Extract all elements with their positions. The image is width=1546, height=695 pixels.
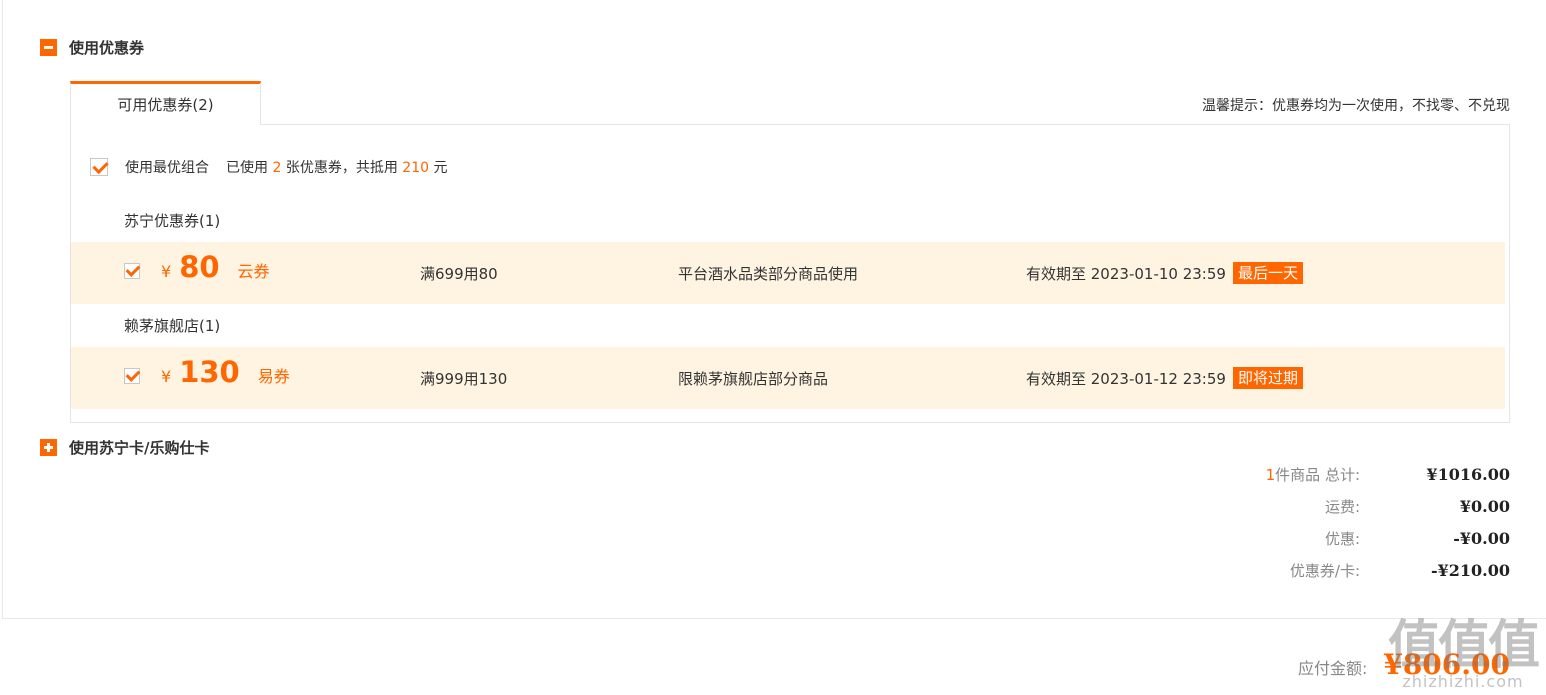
used-amount: 210 — [402, 160, 430, 176]
coupon-amount: ¥ 130 易券 — [161, 355, 290, 389]
used-count-suffix: 张优惠券，共抵用 — [285, 160, 398, 176]
coupon-row[interactable]: ¥ 130 易券 满999用130 限赖茅旗舰店部分商品 有效期至 2023-0… — [71, 347, 1505, 409]
coupon-group-title: 苏宁优惠券(1) — [124, 212, 221, 230]
card-section-header[interactable]: 使用苏宁卡/乐购仕卡 — [40, 437, 209, 458]
card-section-title: 使用苏宁卡/乐购仕卡 — [69, 439, 210, 457]
best-combo-summary: 已使用 2 张优惠券，共抵用 210 元 — [226, 157, 447, 177]
best-combo-checkbox[interactable] — [90, 158, 108, 176]
best-combo-label[interactable]: 使用最优组合 — [125, 157, 209, 177]
items-count: 1 — [1265, 465, 1276, 484]
coupon-total-value: -¥210.00 — [1430, 560, 1510, 580]
coupon-checkbox[interactable] — [124, 368, 140, 384]
coupon-condition: 满999用130 — [420, 370, 508, 388]
items-total-value: ¥1016.00 — [1426, 464, 1511, 484]
discount-value: -¥0.00 — [1453, 528, 1510, 548]
used-prefix: 已使用 — [226, 160, 268, 176]
discount-label: 优惠: — [1324, 529, 1360, 548]
used-amount-suffix: 元 — [433, 160, 448, 176]
payable-label: 应付金额: — [1297, 659, 1368, 678]
shipping-row: 运费: ¥0.00 — [1250, 490, 1510, 522]
watermark-chars: 值值值 — [1387, 616, 1540, 676]
discount-row: 优惠: -¥0.00 — [1250, 522, 1510, 554]
coupon-validity: 有效期至 2023-01-10 23:59 — [1026, 265, 1226, 283]
coupon-scope: 限赖茅旗舰店部分商品 — [678, 370, 829, 388]
coupon-checkbox[interactable] — [124, 263, 140, 279]
coupon-validity: 有效期至 2023-01-12 23:59 — [1026, 370, 1226, 388]
coupon-total-label: 优惠券/卡: — [1289, 561, 1360, 580]
currency-symbol: ¥ — [161, 367, 172, 386]
watermark-site: zhizhizhi.com — [1402, 672, 1524, 691]
tab-available-coupons[interactable]: 可用优惠券(2) — [70, 81, 261, 125]
expand-icon[interactable] — [40, 439, 57, 456]
coupon-kind: 云券 — [237, 262, 270, 281]
order-totals: 1件商品 总计: ¥1016.00 运费: ¥0.00 优惠: -¥0.00 优… — [1250, 458, 1510, 586]
coupon-scope: 平台酒水品类部分商品使用 — [678, 265, 859, 283]
coupon-kind: 易券 — [257, 367, 290, 386]
coupon-total-row: 优惠券/卡: -¥210.00 — [1250, 554, 1510, 586]
coupon-value: 80 — [179, 250, 220, 284]
used-count: 2 — [272, 160, 282, 176]
coupon-row[interactable]: ¥ 80 云券 满699用80 平台酒水品类部分商品使用 有效期至 2023-0… — [71, 242, 1505, 304]
coupon-amount: ¥ 80 云券 — [161, 250, 270, 284]
items-total-label: 1件商品 总计: — [1266, 464, 1360, 485]
collapse-icon[interactable] — [40, 39, 57, 56]
items-total-row: 1件商品 总计: ¥1016.00 — [1250, 458, 1510, 490]
coupon-group-title: 赖茅旗舰店(1) — [124, 317, 221, 335]
shipping-label: 运费: — [1324, 497, 1360, 516]
expiry-badge: 最后一天 — [1233, 262, 1304, 284]
items-label: 件商品 总计: — [1275, 465, 1360, 484]
coupon-value: 130 — [179, 355, 240, 389]
coupon-section-title: 使用优惠券 — [69, 39, 145, 57]
currency-symbol: ¥ — [161, 262, 172, 281]
best-combo-row: 使用最优组合 已使用 2 张优惠券，共抵用 210 元 — [90, 157, 447, 177]
site-watermark: 值值值 zhizhizhi.com — [1387, 616, 1540, 691]
coupon-tip: 温馨提示：优惠券均为一次使用，不找零、不兑现 — [1202, 98, 1510, 114]
shipping-value: ¥0.00 — [1459, 496, 1510, 516]
coupon-condition: 满699用80 — [420, 265, 498, 283]
expiry-badge: 即将过期 — [1233, 367, 1304, 389]
coupon-section-header[interactable]: 使用优惠券 — [40, 37, 144, 58]
